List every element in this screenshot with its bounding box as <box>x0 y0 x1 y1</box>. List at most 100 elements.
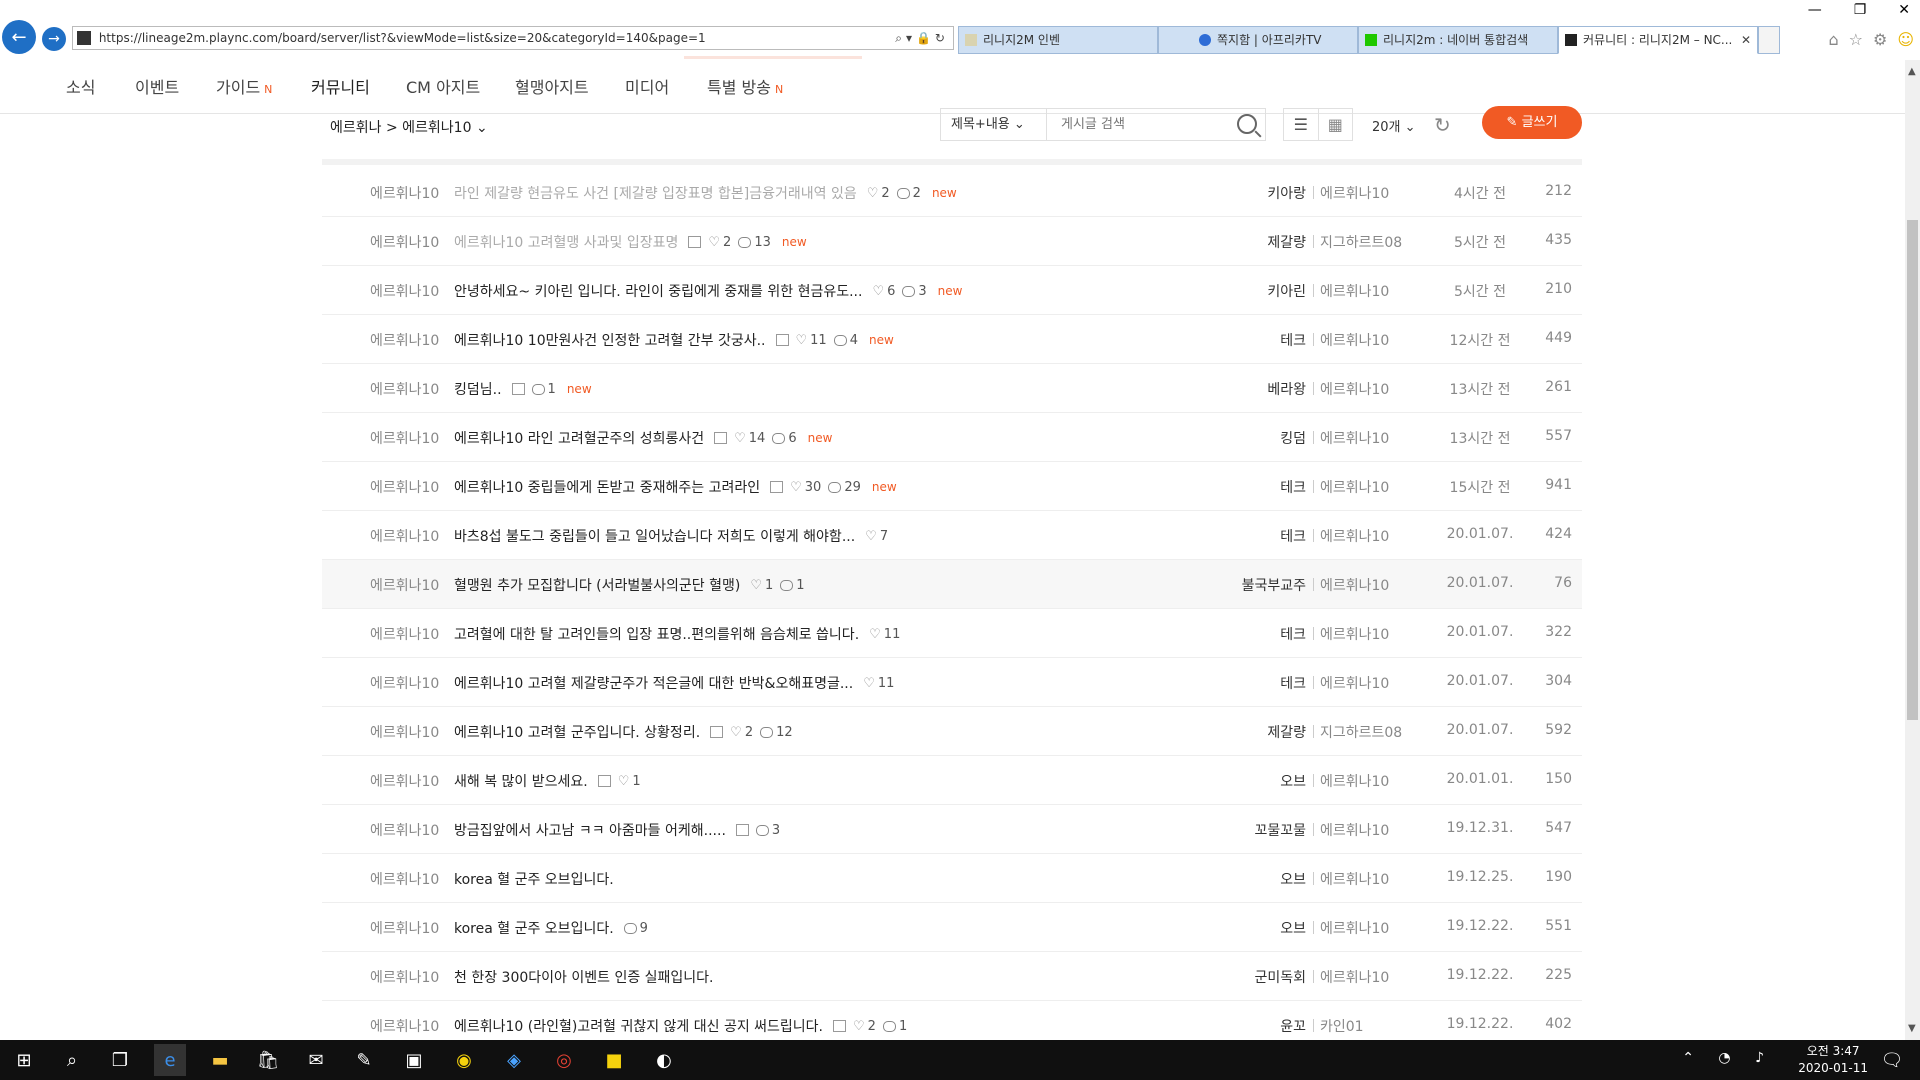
post-row[interactable]: 에르휘나10 에르휘나10 라인 고려혈군주의 성희롱사건 ♡ 14 6 new 킹덤 에르휘… <box>322 413 1582 462</box>
post-author[interactable]: 오브 <box>1280 869 1306 889</box>
list-view-icon[interactable]: ☰ <box>1284 109 1319 140</box>
app2-icon[interactable]: ◐ <box>648 1044 680 1076</box>
post-row[interactable]: 에르휘나10 korea 혈 군주 오브입니다. 9 오브 에르휘나10 19.12.22… <box>322 903 1582 952</box>
search-icon[interactable] <box>1237 114 1257 134</box>
kakaotalk-icon[interactable]: ◉ <box>448 1044 480 1076</box>
browser-tab[interactable]: 리니지2m : 네이버 통합검색 <box>1358 26 1558 54</box>
post-title-text[interactable]: 바츠8섭 불도그 중립들이 들고 일어났습니다 저희도 이렇게 해야함... <box>454 526 855 546</box>
nav-item-active[interactable]: 커뮤니티 <box>311 74 370 98</box>
search-icon[interactable]: ⌕ <box>56 1044 88 1076</box>
nav-item[interactable]: 가이드 N <box>216 74 272 98</box>
post-row[interactable]: 에르휘나10 바츠8섭 불도그 중립들이 들고 일어났습니다 저희도 이렇게 해야… <box>322 511 1582 560</box>
search-filter-select[interactable]: 제목+내용 ⌄ <box>940 108 1047 141</box>
app-icon[interactable]: ▣ <box>398 1044 430 1076</box>
grid-view-icon[interactable]: ▦ <box>1319 109 1353 140</box>
ie-icon[interactable]: e <box>154 1044 186 1076</box>
refresh-icon[interactable]: ↻ <box>1434 113 1451 137</box>
post-row[interactable]: 에르휘나10 에르휘나10 고려혈 군주입니다. 상황정리. ♡ 2 12 제갈량 지그하르… <box>322 707 1582 756</box>
post-row[interactable]: 에르휘나10 킹덤님.. 1 new 베라왕 에르휘나10 13시간 전 261 <box>322 364 1582 413</box>
post-title[interactable]: 에르휘나10 10만원사건 인정한 고려혈 간부 갓궁사.. ♡ 11 4 new <box>454 330 894 350</box>
post-author[interactable]: 윤꼬 <box>1280 1016 1306 1036</box>
scrollbar-thumb[interactable] <box>1907 220 1918 720</box>
nav-item[interactable]: 혈맹아지트 <box>515 74 589 98</box>
post-title[interactable]: 에르휘나10 고려혈 제갈량군주가 적은글에 대한 반박&오해표명글... ♡ 11 <box>454 673 894 693</box>
post-title[interactable]: korea 혈 군주 오브입니다. <box>454 869 620 889</box>
restore-button[interactable]: ❐ <box>1854 2 1867 18</box>
scroll-up-icon[interactable]: ▲ <box>1908 66 1916 77</box>
back-button[interactable]: ← <box>2 20 36 54</box>
nav-item[interactable]: 미디어 <box>625 74 669 98</box>
post-row[interactable]: 에르휘나10 천 한장 300다이아 이벤트 인증 실패입니다. 군미독회 에르휘나1… <box>322 952 1582 1001</box>
post-title[interactable]: korea 혈 군주 오브입니다. 9 <box>454 918 648 938</box>
post-author[interactable]: 오브 <box>1280 771 1306 791</box>
scrollbar[interactable]: ▲ ▼ <box>1905 60 1920 1040</box>
post-title[interactable]: 혈맹원 추가 모집합니다 (서라벌불사의군단 혈맹) ♡ 1 1 <box>454 575 805 595</box>
post-title[interactable]: 새해 복 많이 받으세요. ♡ 1 <box>454 771 641 791</box>
post-title-text[interactable]: 고려혈에 대한 탈 고려인들의 입장 표명..편의를위해 음슴체로 씁니다. <box>454 624 859 644</box>
close-tab-icon[interactable]: ✕ <box>1741 27 1751 53</box>
post-title-text[interactable]: 킹덤님.. <box>454 379 502 399</box>
windows-start-icon[interactable]: ⊞ <box>8 1044 40 1076</box>
post-row[interactable]: 에르휘나10 새해 복 많이 받으세요. ♡ 1 오브 에르휘나10 20.01.01. 15… <box>322 756 1582 805</box>
browser-tab-active[interactable]: 커뮤니티 : 리니지2M – NC... ✕ <box>1558 26 1758 54</box>
star-icon[interactable]: ☆ <box>1849 30 1863 49</box>
post-title-text[interactable]: 새해 복 많이 받으세요. <box>454 771 588 791</box>
write-button[interactable]: ✎ 글쓰기 <box>1482 106 1582 139</box>
new-tab-button[interactable] <box>1758 26 1780 54</box>
post-title[interactable]: 킹덤님.. 1 new <box>454 379 592 399</box>
post-author[interactable]: 테크 <box>1280 330 1306 350</box>
search-input[interactable] <box>1059 109 1233 140</box>
post-row[interactable]: 에르휘나10 에르휘나10 고려혈 제갈량군주가 적은글에 대한 반박&오해표명글… <box>322 658 1582 707</box>
post-author[interactable]: 꼬물꼬물 <box>1254 820 1306 840</box>
post-title[interactable]: 라인 제갈량 현금유도 사건 [제갈량 입장표명 합본]금융거래내역 있음 ♡ 2 2… <box>454 183 957 203</box>
post-title-text[interactable]: 라인 제갈량 현금유도 사건 [제갈량 입장표명 합본]금융거래내역 있음 <box>454 183 857 203</box>
post-title[interactable]: 고려혈에 대한 탈 고려인들의 입장 표명..편의를위해 음슴체로 씁니다. ♡ 1… <box>454 624 900 644</box>
post-author[interactable]: 테크 <box>1280 624 1306 644</box>
post-author[interactable]: 킹덤 <box>1280 428 1306 448</box>
post-row[interactable]: 에르휘나10 안녕하세요~ 키아린 입니다. 라인이 중립에게 중재를 위한 현금… <box>322 266 1582 315</box>
post-row[interactable]: 에르휘나10 korea 혈 군주 오브입니다. 오브 에르휘나10 19.12.25.… <box>322 854 1582 903</box>
home-icon[interactable]: ⌂ <box>1828 30 1838 49</box>
store-icon[interactable]: 🛍 <box>252 1044 284 1076</box>
post-title-text[interactable]: 에르휘나10 10만원사건 인정한 고려혈 간부 갓궁사.. <box>454 330 766 350</box>
address-bar[interactable]: https://lineage2m.plaync.com/board/serve… <box>72 26 954 50</box>
post-title-text[interactable]: 에르휘나10 중립들에게 돈받고 중재해주는 고려라인 <box>454 477 760 497</box>
post-row[interactable]: 에르휘나10 에르휘나10 고려혈맹 사과및 입장표명 ♡ 2 13 new 제갈량 지그하르… <box>322 217 1582 266</box>
smiley-icon[interactable]: ☺ <box>1897 30 1914 49</box>
post-row[interactable]: 에르휘나10 라인 제갈량 현금유도 사건 [제갈량 입장표명 합본]금융거래내역… <box>322 168 1582 217</box>
post-author[interactable]: 테크 <box>1280 673 1306 693</box>
post-title[interactable]: 바츠8섭 불도그 중립들이 들고 일어났습니다 저희도 이렇게 해야함... ♡ 7 <box>454 526 888 546</box>
folder-icon[interactable]: ▬ <box>204 1044 236 1076</box>
post-row[interactable]: 에르휘나10 혈맹원 추가 모집합니다 (서라벌불사의군단 혈맹) ♡ 1 1 불국부교주… <box>322 560 1582 609</box>
post-title-text[interactable]: 에르휘나10 라인 고려혈군주의 성희롱사건 <box>454 428 704 448</box>
post-author[interactable]: 제갈량 <box>1267 232 1306 252</box>
post-title[interactable]: 안녕하세요~ 키아린 입니다. 라인이 중립에게 중재를 위한 현금유도... ♡… <box>454 281 962 301</box>
mail-icon[interactable]: ✉ <box>300 1044 332 1076</box>
post-row[interactable]: 에르휘나10 에르휘나10 10만원사건 인정한 고려혈 간부 갓궁사.. ♡ 11 4… <box>322 315 1582 364</box>
post-title-text[interactable]: 천 한장 300다이아 이벤트 인증 실패입니다. <box>454 967 714 987</box>
post-author[interactable]: 불국부교주 <box>1242 575 1306 595</box>
browser-tab[interactable]: 쪽지함 | 아프리카TV <box>1158 26 1358 54</box>
page-size-select[interactable]: 20개 ⌄ <box>1372 116 1416 135</box>
post-title[interactable]: 에르휘나10 (라인혈)고려혈 귀찮지 않게 대신 공지 써드립니다. ♡ 2 1 <box>454 1016 907 1036</box>
nav-item[interactable]: CM 아지트 <box>406 74 480 98</box>
post-title[interactable]: 방금집앞에서 사고남 ㅋㅋ 아줌마들 어케해..... 3 <box>454 820 780 840</box>
post-title[interactable]: 에르휘나10 고려혈맹 사과및 입장표명 ♡ 2 13 new <box>454 232 807 252</box>
post-row[interactable]: 에르휘나10 고려혈에 대한 탈 고려인들의 입장 표명..편의를위해 음슴체로 … <box>322 609 1582 658</box>
post-author[interactable]: 군미독회 <box>1254 967 1306 987</box>
post-title-text[interactable]: 에르휘나10 고려혈맹 사과및 입장표명 <box>454 232 678 252</box>
post-row[interactable]: 에르휘나10 방금집앞에서 사고남 ㅋㅋ 아줌마들 어케해..... 3 꼬물꼬물 에르… <box>322 805 1582 854</box>
post-title-text[interactable]: 에르휘나10 (라인혈)고려혈 귀찮지 않게 대신 공지 써드립니다. <box>454 1016 823 1036</box>
talk-icon[interactable]: ■ <box>598 1044 630 1076</box>
close-window-button[interactable]: ✕ <box>1898 2 1910 18</box>
post-title[interactable]: 에르휘나10 고려혈 군주입니다. 상황정리. ♡ 2 12 <box>454 722 793 742</box>
nav-item[interactable]: 소식 <box>66 74 95 98</box>
post-title-text[interactable]: 방금집앞에서 사고남 ㅋㅋ 아줌마들 어케해..... <box>454 820 726 840</box>
post-row[interactable]: 에르휘나10 에르휘나10 중립들에게 돈받고 중재해주는 고려라인 ♡ 30 29 ne… <box>322 462 1582 511</box>
post-title-text[interactable]: 에르휘나10 고려혈 제갈량군주가 적은글에 대한 반박&오해표명글... <box>454 673 853 693</box>
post-title-text[interactable]: 안녕하세요~ 키아린 입니다. 라인이 중립에게 중재를 위한 현금유도... <box>454 281 862 301</box>
nav-item[interactable]: 이벤트 <box>135 74 179 98</box>
post-title-text[interactable]: 혈맹원 추가 모집합니다 (서라벌불사의군단 혈맹) <box>454 575 740 595</box>
post-title-text[interactable]: korea 혈 군주 오브입니다. <box>454 918 614 938</box>
post-title-text[interactable]: korea 혈 군주 오브입니다. <box>454 869 614 889</box>
